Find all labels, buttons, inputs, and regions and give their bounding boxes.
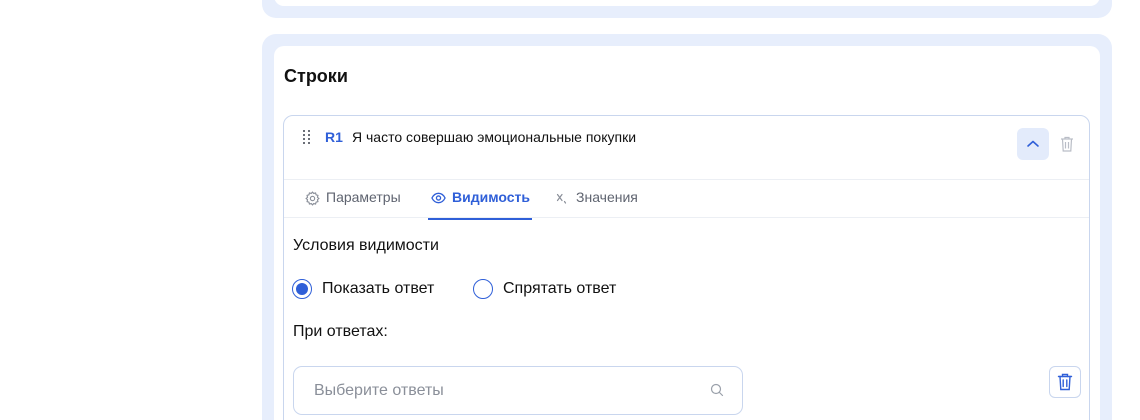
- radio-show-answer-label: Показать ответ: [322, 280, 435, 297]
- visibility-conditions-title: Условия видимости: [293, 237, 439, 254]
- row-code: R1: [325, 129, 343, 145]
- search-icon: [710, 383, 724, 397]
- radio-show-answer[interactable]: Показать ответ: [292, 279, 434, 299]
- tab-visibility[interactable]: Видимость: [428, 189, 532, 220]
- delete-row-button[interactable]: [1059, 134, 1075, 154]
- row-tabs: Параметры Видимость Значения: [284, 180, 1089, 220]
- chevron-up-icon: [1027, 140, 1039, 147]
- delete-condition-button[interactable]: [1049, 366, 1081, 398]
- row-text[interactable]: Я часто совершаю эмоциональные покупки: [352, 129, 636, 145]
- eye-icon: [430, 190, 446, 206]
- radio-hide-answer-label: Спрятать ответ: [503, 280, 617, 297]
- trash-icon: [1057, 373, 1073, 391]
- gear-icon: [304, 190, 320, 206]
- tab-values[interactable]: Значения: [554, 189, 638, 219]
- tab-values-label: Значения: [576, 189, 638, 205]
- trash-icon: [1061, 136, 1073, 152]
- section-title: Строки: [284, 66, 348, 86]
- answers-select-placeholder: Выберите ответы: [314, 382, 444, 399]
- answers-label: При ответах:: [293, 323, 388, 340]
- radio-selected-icon[interactable]: [292, 279, 312, 299]
- radio-hide-answer[interactable]: Спрятать ответ: [473, 279, 616, 299]
- collapse-button[interactable]: [1017, 128, 1049, 160]
- tab-visibility-label: Видимость: [452, 189, 530, 205]
- answers-select[interactable]: Выберите ответы: [293, 366, 743, 415]
- page: Строки R1 Я часто совершаю эмоциональные…: [0, 0, 1140, 420]
- variable-icon: [554, 190, 570, 206]
- tab-parameters-label: Параметры: [326, 189, 401, 205]
- drag-handle-icon[interactable]: [303, 130, 311, 144]
- radio-unselected-icon[interactable]: [473, 279, 493, 299]
- row-header: R1 Я часто совершаю эмоциональные покупк…: [284, 116, 1089, 180]
- row-card: R1 Я часто совершаю эмоциональные покупк…: [283, 115, 1090, 420]
- tab-parameters[interactable]: Параметры: [304, 189, 401, 219]
- previous-section-card-body: [274, 0, 1100, 6]
